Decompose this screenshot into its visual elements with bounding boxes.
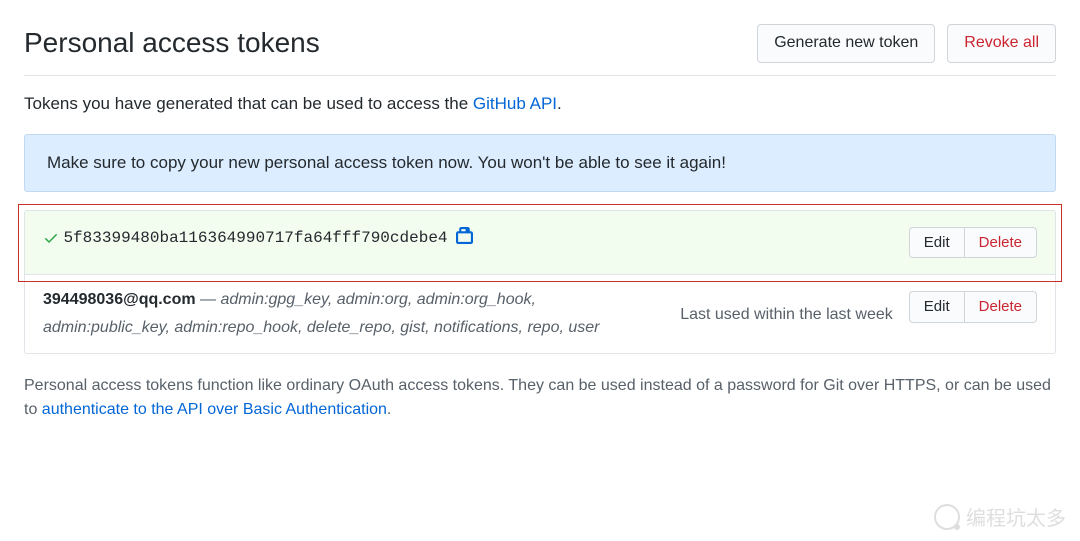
github-api-link[interactable]: GitHub API (473, 94, 557, 113)
check-icon (43, 230, 59, 246)
copy-token-icon[interactable] (456, 227, 473, 249)
last-used-text: Last used within the last week (680, 306, 893, 324)
copy-warning-flash: Make sure to copy your new personal acce… (24, 134, 1056, 192)
header: Personal access tokens Generate new toke… (24, 24, 1056, 76)
intro-suffix: . (557, 94, 562, 113)
watermark-text: 编程坑太多 (966, 502, 1066, 531)
basic-auth-link[interactable]: authenticate to the API over Basic Authe… (42, 401, 387, 418)
delete-token-button[interactable]: Delete (964, 291, 1037, 323)
token-row-left: 394498036@qq.com — admin:gpg_key, admin:… (43, 291, 672, 337)
header-buttons: Generate new token Revoke all (757, 24, 1056, 63)
revoke-all-button[interactable]: Revoke all (947, 24, 1056, 63)
intro-text: Tokens you have generated that can be us… (24, 94, 1056, 114)
page-title: Personal access tokens (24, 27, 320, 59)
token-row-new: 5f83399480ba116364990717fa64fff790cdebe4… (25, 211, 1055, 276)
edit-token-button[interactable]: Edit (909, 291, 964, 323)
edit-token-button[interactable]: Edit (909, 227, 964, 259)
token-name[interactable]: 394498036@qq.com (43, 291, 196, 308)
generate-new-token-button[interactable]: Generate new token (757, 24, 935, 63)
intro-prefix: Tokens you have generated that can be us… (24, 94, 473, 113)
token-scopes-line2: admin:public_key, admin:repo_hook, delet… (43, 319, 672, 337)
wechat-icon (934, 504, 960, 530)
token-actions: Edit Delete (909, 227, 1037, 259)
token-row-left: 5f83399480ba116364990717fa64fff790cdebe4 (43, 227, 901, 249)
token-scopes-line1: admin:gpg_key, admin:org, admin:org_hook… (220, 291, 535, 308)
footer-suffix: . (387, 401, 391, 418)
watermark: 编程坑太多 (934, 502, 1066, 531)
token-list: 5f83399480ba116364990717fa64fff790cdebe4… (24, 210, 1056, 355)
delete-token-button[interactable]: Delete (964, 227, 1037, 259)
new-token-value: 5f83399480ba116364990717fa64fff790cdebe4 (63, 229, 447, 247)
token-row-existing: 394498036@qq.com — admin:gpg_key, admin:… (25, 275, 1055, 353)
footer-note: Personal access tokens function like ord… (24, 374, 1056, 422)
token-actions: Edit Delete (909, 291, 1037, 323)
dash: — (200, 291, 220, 308)
